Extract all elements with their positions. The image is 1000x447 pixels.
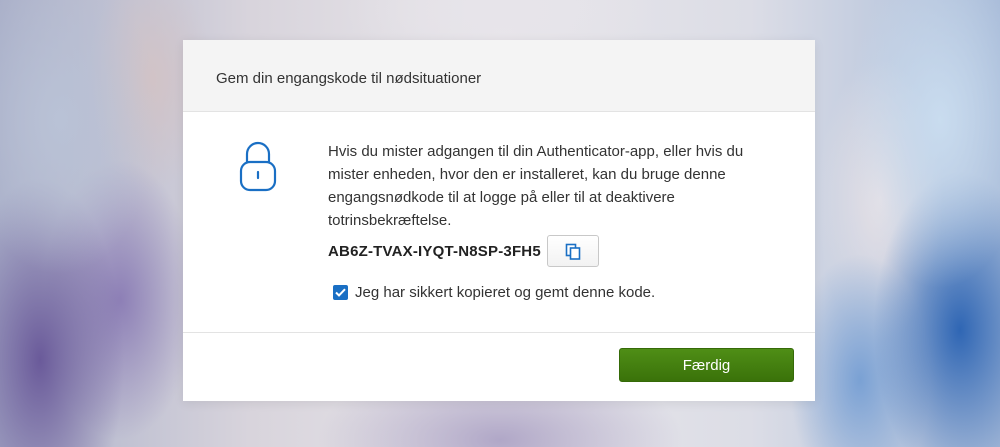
dialog-header: Gem din engangskode til nødsituationer	[183, 40, 815, 112]
recovery-code-row: AB6Z-TVAX-IYQT-N8SP-3FH5	[328, 235, 599, 267]
dialog-title: Gem din engangskode til nødsituationer	[216, 70, 482, 87]
confirm-saved-label[interactable]: Jeg har sikkert kopieret og gemt denne k…	[355, 284, 655, 301]
confirm-saved-row[interactable]: Jeg har sikkert kopieret og gemt denne k…	[333, 284, 655, 301]
copy-icon	[565, 243, 581, 260]
dialog-footer: Færdig	[183, 333, 815, 401]
recovery-description: Hvis du mister adgangen til din Authenti…	[328, 143, 744, 229]
checkmark-icon	[335, 288, 346, 297]
lock-icon	[239, 141, 277, 192]
recovery-code: AB6Z-TVAX-IYQT-N8SP-3FH5	[328, 242, 541, 260]
recovery-code-dialog: Gem din engangskode til nødsituationer H…	[183, 40, 815, 401]
done-button[interactable]: Færdig	[619, 348, 794, 382]
dialog-body: Hvis du mister adgangen til din Authenti…	[183, 112, 815, 333]
confirm-saved-checkbox[interactable]	[333, 285, 348, 300]
copy-code-button[interactable]	[546, 235, 599, 267]
